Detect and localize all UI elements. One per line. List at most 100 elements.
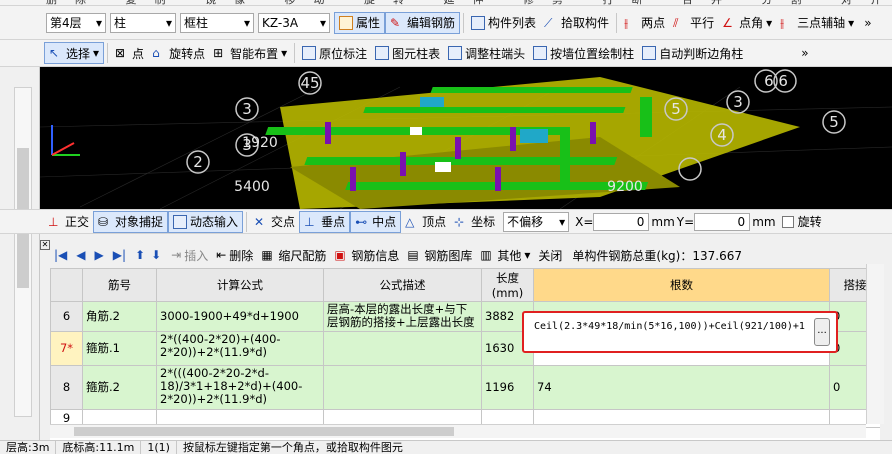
left-dock-strip xyxy=(0,67,40,440)
two-points-button[interactable]: ⫲ 两点 xyxy=(620,12,669,34)
ortho-button[interactable]: ⊥ 正交 xyxy=(44,211,93,233)
rebar-info-button[interactable]: ▣ 钢筋信息 xyxy=(330,244,403,266)
col-header-description[interactable]: 公式描述 xyxy=(323,268,482,302)
element-name-select[interactable]: KZ-3A ▾ xyxy=(258,12,330,33)
floor-value: 第4层 xyxy=(50,16,82,30)
element-type-select[interactable]: 柱 ▾ xyxy=(110,12,176,33)
by-wall-button[interactable]: 按墙位置绘制柱 xyxy=(529,42,638,64)
3d-viewport[interactable]: 45 3 3 2 5 3 4 5 6 6 1920 5400 9200 xyxy=(40,67,892,209)
move-down-icon[interactable]: ⬇ xyxy=(151,248,161,262)
horizontal-scroll-thumb[interactable] xyxy=(74,427,454,436)
pencil-icon: ✎ xyxy=(390,15,401,30)
rotate-point-button[interactable]: ⌂ 旋转点 xyxy=(148,42,209,64)
count-cell[interactable]: 74 xyxy=(533,365,830,410)
floor-select[interactable]: 第4层 ▾ xyxy=(46,12,106,33)
scale-rebar-button[interactable]: ▦ 缩尺配筋 xyxy=(257,244,330,266)
rotate-point-label: 旋转点 xyxy=(169,46,206,61)
three-point-axis-button[interactable]: ⫲ 三点辅轴 ▾ xyxy=(776,12,858,34)
insert-label: 插入 xyxy=(184,248,209,263)
delete-button[interactable]: ⇤ 删除 xyxy=(212,244,257,266)
left-scrollbar[interactable] xyxy=(14,87,32,417)
x-offset-input[interactable]: 0 xyxy=(593,212,650,231)
description-cell[interactable]: 层高-本层的露出长度+与下层钢筋的搭接+上层露出长度 xyxy=(323,301,482,332)
table-header: 筋号 计算公式 公式描述 长度(mm) 根数 搭接 xyxy=(50,268,880,302)
delete-label: 删除 xyxy=(229,248,254,263)
first-record-icon[interactable]: |◀ xyxy=(54,248,67,262)
formula-cell[interactable]: 3000-1900+49*d+1900 xyxy=(156,301,324,332)
adjust-end-button[interactable]: 调整柱端头 xyxy=(444,42,529,64)
pick-component-button[interactable]: ⟋ 拾取构件 xyxy=(540,12,613,34)
two-points-icon: ⫲ xyxy=(624,15,628,30)
bar-no-cell[interactable]: 箍筋.1 xyxy=(82,331,157,366)
base-elevation-status: 底标高:11.1m xyxy=(56,441,142,454)
prev-record-icon[interactable]: ◀ xyxy=(76,248,85,262)
count-formula-editor[interactable]: Ceil(2.3*49*18/min(5*16,100))+Ceil(921/1… xyxy=(522,311,838,353)
more-tools-icon[interactable]: » xyxy=(864,16,871,30)
y-unit-label: mm xyxy=(752,214,776,229)
y-offset-input[interactable]: 0 xyxy=(694,212,751,231)
properties-button[interactable]: 属性 xyxy=(334,11,386,34)
next-record-icon[interactable]: ▶ xyxy=(95,248,104,262)
table-row[interactable]: 8 箍筋.2 2*(((400-2*20-2*d-18)/3*1+18+2*d)… xyxy=(50,365,880,410)
row-number[interactable]: 8 xyxy=(50,365,83,410)
row-number[interactable]: 7* xyxy=(50,331,83,366)
dimension-label: 9200 xyxy=(607,179,643,195)
select-button[interactable]: ↖ 选择 ▾ xyxy=(44,42,105,64)
element-subtype-select[interactable]: 框柱 ▾ xyxy=(180,12,254,33)
draw-toolbar: ↖ 选择 ▾ ⊠ 点 ⌂ 旋转点 ⊞ 智能布置 ▾ 原位标注 图元柱表 调整柱端头 按墙位置… xyxy=(0,40,892,67)
dynamic-input-button[interactable]: 动态输入 xyxy=(168,210,244,233)
formula-cell[interactable]: 2*(((400-2*20-2*d-18)/3*1+18+2*d)+(400-2… xyxy=(156,365,324,410)
rotate-checkbox[interactable] xyxy=(781,215,794,228)
vertex-label: 顶点 xyxy=(422,215,447,229)
edit-rebar-button[interactable]: ✎ 编辑钢筋 xyxy=(385,11,461,34)
intersect-snap-button[interactable]: ✕ 交点 xyxy=(250,211,299,233)
move-up-icon[interactable]: ⬆ xyxy=(135,248,145,262)
status-bar: 层高:3m 底标高:11.1m 1(1) 按鼠标左键指定第一个角点，或拾取构件图… xyxy=(0,440,892,454)
length-cell[interactable]: 1196 xyxy=(481,365,534,410)
rotate-label: 旋转 xyxy=(797,215,822,229)
insert-button[interactable]: ⇥ 插入 xyxy=(167,244,212,266)
element-table-button[interactable]: 图元柱表 xyxy=(371,42,444,64)
insert-icon: ⇥ xyxy=(171,248,182,262)
table-vertical-scrollbar[interactable] xyxy=(866,264,884,424)
component-list-label: 构件列表 xyxy=(488,16,537,30)
midpoint-snap-button[interactable]: ⊷ 中点 xyxy=(350,210,402,233)
col-header-length[interactable]: 长度(mm) xyxy=(481,268,534,302)
rotate-icon: ⌂ xyxy=(152,46,160,60)
other-button[interactable]: ▥ 其他 ▾ xyxy=(476,244,534,266)
smart-layout-button[interactable]: ⊞ 智能布置 ▾ xyxy=(209,42,291,64)
col-header-formula[interactable]: 计算公式 xyxy=(156,268,324,302)
count-formula-input[interactable]: Ceil(2.3*49*18/min(5*16,100))+Ceil(921/1… xyxy=(534,321,805,332)
col-header-bar-no[interactable]: 筋号 xyxy=(82,268,157,302)
object-snap-button[interactable]: ⛁ 对象捕捉 xyxy=(93,210,169,233)
rebar-library-button[interactable]: ▤ 钢筋图库 xyxy=(403,244,476,266)
x-unit-label: mm xyxy=(651,214,675,229)
table-horizontal-scrollbar[interactable] xyxy=(50,424,866,438)
coordinate-snap-button[interactable]: ⊹ 坐标 xyxy=(450,211,499,233)
parallel-button[interactable]: ⫽ 平行 xyxy=(669,12,718,34)
axis-label-4: 4 xyxy=(717,126,727,144)
row-number[interactable]: 6 xyxy=(50,301,83,332)
close-button[interactable]: 关闭 xyxy=(534,244,566,266)
point-angle-button[interactable]: ∠ 点角 ▾ xyxy=(718,12,776,34)
component-list-button[interactable]: 构件列表 xyxy=(467,12,540,34)
vertex-snap-button[interactable]: △ 顶点 xyxy=(401,211,450,233)
auto-corner-button[interactable]: 自动判断边角柱 xyxy=(638,42,747,64)
description-cell[interactable] xyxy=(323,365,482,410)
parallel-label: 平行 xyxy=(690,16,715,30)
last-record-icon[interactable]: ▶| xyxy=(113,248,126,262)
offset-select[interactable]: 不偏移 ▾ xyxy=(503,211,570,232)
chevron-down-icon: ▾ xyxy=(281,46,288,60)
col-header-count[interactable]: 根数 xyxy=(533,268,830,302)
axis-label-2: 2 xyxy=(193,153,203,171)
bar-no-cell[interactable]: 角筋.2 xyxy=(82,301,157,332)
point-button[interactable]: ⊠ 点 xyxy=(111,42,148,64)
bar-no-cell[interactable]: 箍筋.2 xyxy=(82,365,157,410)
more-tools-icon[interactable]: » xyxy=(801,46,808,60)
formula-editor-button[interactable]: ... xyxy=(814,318,830,346)
description-cell[interactable] xyxy=(323,331,482,366)
smart-layout-label: 智能布置 xyxy=(230,46,279,61)
perpendicular-snap-button[interactable]: ⊥ 垂点 xyxy=(299,210,351,233)
original-mark-button[interactable]: 原位标注 xyxy=(298,42,371,64)
formula-cell[interactable]: 2*((400-2*20)+(400-2*20))+2*(11.9*d) xyxy=(156,331,324,366)
